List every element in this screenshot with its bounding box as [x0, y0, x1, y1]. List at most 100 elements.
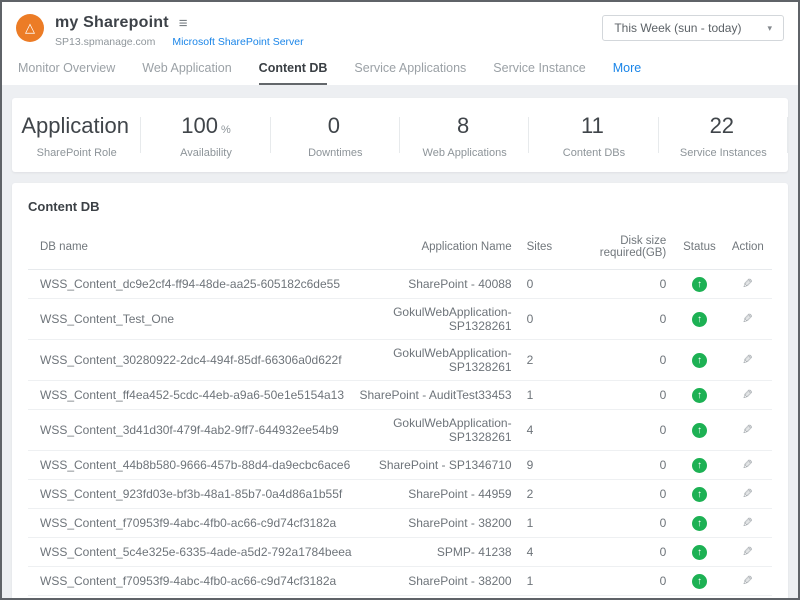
sites-cell: 0 [512, 270, 579, 299]
edit-pencil-icon[interactable]: ✎ [742, 422, 753, 438]
table-row: WSS_Content_Test_One GokulWebApplication… [28, 299, 772, 340]
status-up-icon: ↑ [692, 516, 707, 531]
table-row: WSS_Content_44b8b580-9666-457b-88d4-da9e… [28, 451, 772, 480]
disk-size-cell: 0 [579, 567, 676, 596]
action-cell: ✎ [724, 509, 772, 538]
sites-cell: 2 [512, 340, 579, 381]
edit-pencil-icon[interactable]: ✎ [742, 544, 753, 560]
summary-stats-card: Application SharePoint Role 100% Availab… [12, 98, 788, 172]
application-name-cell: GokulWebApplication- SP1328261 [355, 299, 511, 340]
column-header-status: Status [675, 226, 723, 270]
application-name-cell: SPMP- 41238 [355, 538, 511, 567]
column-header-db-name: DB name [28, 226, 355, 270]
status-cell: ↑ [675, 270, 723, 299]
application-name-cell: SharePoint - 38200 [355, 567, 511, 596]
application-name-cell: SharePoint - SP1346710 [355, 451, 511, 480]
disk-size-cell: 0 [579, 480, 676, 509]
status-cell: ↑ [675, 567, 723, 596]
status-cell: ↑ [675, 538, 723, 567]
stat-block: 22 Service Instances [659, 113, 788, 159]
stat-block: Application SharePoint Role [12, 113, 141, 159]
action-cell: ✎ [724, 451, 772, 480]
warning-triangle-icon: △ [25, 20, 35, 35]
edit-pencil-icon[interactable]: ✎ [742, 352, 753, 368]
edit-pencil-icon[interactable]: ✎ [742, 515, 753, 531]
column-header-sites: Sites [512, 226, 579, 270]
application-name-cell: SharePoint - 38200 [355, 509, 511, 538]
action-cell: ✎ [724, 299, 772, 340]
table-row: WSS_Content_3d41d30f-479f-4ab2-9ff7-6449… [28, 410, 772, 451]
stat-block: 8 Web Applications [400, 113, 529, 159]
stat-value: 8 [457, 113, 469, 138]
sites-cell: 1 [512, 509, 579, 538]
sites-cell: 1 [512, 381, 579, 410]
application-name-cell: SharePoint - AuditTest33453 [355, 381, 511, 410]
stat-label: Availability [141, 147, 270, 159]
tab-item[interactable]: More [613, 61, 641, 85]
status-up-icon: ↑ [692, 545, 707, 560]
edit-pencil-icon[interactable]: ✎ [742, 276, 753, 292]
db-name-cell: WSS_Content_dc9e2cf4-ff94-48de-aa25-6051… [28, 270, 355, 299]
table-row: WSS_Content_5c4e325e-6335-4ade-a5d2-792a… [28, 538, 772, 567]
db-name-cell: WSS_Content_f70953f9-4abc-4fb0-ac66-c9d7… [28, 509, 355, 538]
tab-item[interactable]: Monitor Overview [18, 61, 115, 85]
db-name-cell: WSS_Content_30280922-2dc4-494f-85df-6630… [28, 340, 355, 381]
application-name-cell: GokulWebApplication- SP1328261 [355, 340, 511, 381]
status-up-icon: ↑ [692, 312, 707, 327]
content-db-card: Content DB DB name Application Name Site… [12, 183, 788, 598]
stat-block: 11 Content DBs [529, 113, 658, 159]
tab-bar: Monitor Overview Web Application Content… [16, 61, 784, 85]
status-cell: ↑ [675, 410, 723, 451]
app-window: △ my Sharepoint ≡ SP13.spmanage.com Micr… [0, 0, 800, 600]
action-cell: ✎ [724, 567, 772, 596]
table-row: WSS_Content_5c4e325e-6335-4ade-a5d2-792a… [28, 596, 772, 599]
application-name-cell: SharePoint - 40088 [355, 270, 511, 299]
stat-value: 22 [710, 113, 734, 138]
table-row: WSS_Content_30280922-2dc4-494f-85df-6630… [28, 340, 772, 381]
status-cell: ↑ [675, 299, 723, 340]
stat-label: SharePoint Role [12, 147, 141, 159]
edit-pencil-icon[interactable]: ✎ [742, 573, 753, 589]
title-block: my Sharepoint ≡ SP13.spmanage.com Micros… [55, 14, 304, 48]
stat-value: 11 [581, 113, 604, 138]
hamburger-menu-icon[interactable]: ≡ [179, 15, 188, 32]
stat-value: 0 [328, 113, 340, 138]
application-name-cell: SPMP- 41238 [355, 596, 511, 599]
stat-label: Content DBs [529, 147, 658, 159]
time-range-dropdown[interactable]: This Week (sun - today) ▾ [602, 15, 784, 41]
server-type-link[interactable]: Microsoft SharePoint Server [172, 36, 303, 48]
db-name-cell: WSS_Content_5c4e325e-6335-4ade-a5d2-792a… [28, 596, 355, 599]
status-up-icon: ↑ [692, 574, 707, 589]
column-header-action: Action [724, 226, 772, 270]
tab-item[interactable]: Service Instance [493, 61, 585, 85]
status-cell: ↑ [675, 480, 723, 509]
edit-pencil-icon[interactable]: ✎ [742, 387, 753, 403]
db-name-cell: WSS_Content_f70953f9-4abc-4fb0-ac66-c9d7… [28, 567, 355, 596]
tab-item[interactable]: Service Applications [354, 61, 466, 85]
tab-item[interactable]: Web Application [142, 61, 231, 85]
stat-label: Service Instances [659, 147, 788, 159]
disk-size-cell: 0 [579, 410, 676, 451]
status-up-icon: ↑ [692, 423, 707, 438]
stat-block: 0 Downtimes [271, 113, 400, 159]
sites-cell: 4 [512, 596, 579, 599]
action-cell: ✎ [724, 596, 772, 599]
status-up-icon: ↑ [692, 277, 707, 292]
sites-cell: 0 [512, 299, 579, 340]
sites-cell: 4 [512, 410, 579, 451]
sites-cell: 9 [512, 451, 579, 480]
disk-size-cell: 0 [579, 509, 676, 538]
sites-cell: 4 [512, 538, 579, 567]
tab-item[interactable]: Content DB [259, 61, 328, 85]
time-range-value: This Week (sun - today) [614, 21, 741, 35]
table-row: WSS_Content_ff4ea452-5cdc-44eb-a9a6-50e1… [28, 381, 772, 410]
edit-pencil-icon[interactable]: ✎ [742, 486, 753, 502]
edit-pencil-icon[interactable]: ✎ [742, 311, 753, 327]
action-cell: ✎ [724, 480, 772, 509]
edit-pencil-icon[interactable]: ✎ [742, 457, 753, 473]
status-up-icon: ↑ [692, 458, 707, 473]
application-name-cell: GokulWebApplication- SP1328261 [355, 410, 511, 451]
disk-size-cell: 0 [579, 299, 676, 340]
action-cell: ✎ [724, 538, 772, 567]
main-content: Application SharePoint Role 100% Availab… [2, 85, 798, 598]
